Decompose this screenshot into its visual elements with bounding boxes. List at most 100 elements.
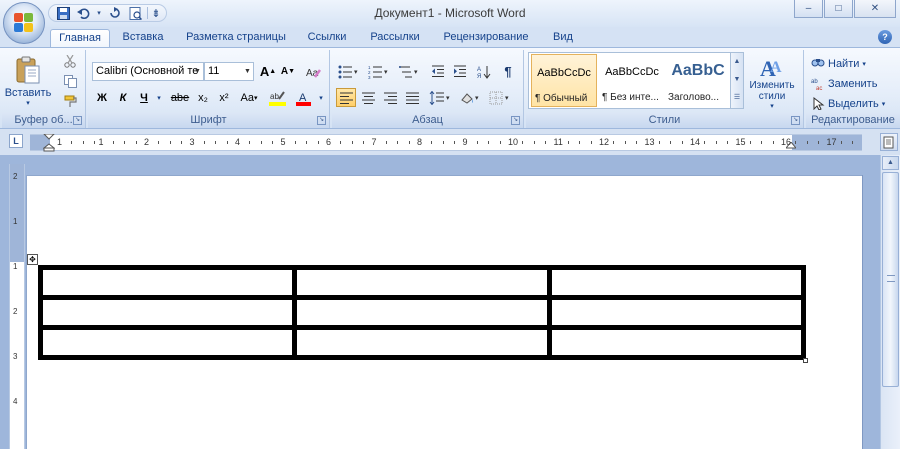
tab-selector-button[interactable]: L bbox=[9, 134, 23, 148]
tab-insert[interactable]: Вставка bbox=[114, 29, 172, 48]
styles-scroll-up-icon[interactable]: ▲ bbox=[731, 53, 743, 71]
table-cell[interactable] bbox=[37, 325, 298, 360]
horizontal-ruler[interactable]: 1 1 2 3 4 5 6 7 8 9 10 11 12 13 14 15 16 17 bbox=[30, 134, 862, 152]
font-name-combo[interactable]: Calibri (Основной те ▼ bbox=[92, 62, 204, 81]
svg-text:▾: ▾ bbox=[475, 95, 479, 102]
ruler-tick bbox=[670, 141, 672, 144]
office-button[interactable] bbox=[3, 2, 45, 44]
shading-button[interactable]: ▾ bbox=[456, 88, 484, 107]
bullets-button[interactable]: ▾ bbox=[336, 62, 362, 81]
style-no-spacing[interactable]: AaBbCcDc ¶ Без инте... bbox=[599, 54, 665, 107]
replace-button[interactable]: ab ac Заменить bbox=[810, 74, 896, 93]
shrink-font-button[interactable]: A ▼ bbox=[278, 62, 298, 81]
tab-references[interactable]: Ссылки bbox=[300, 29, 354, 48]
multilevel-list-button[interactable]: ▾ bbox=[396, 62, 422, 81]
ruler-tick bbox=[795, 141, 797, 144]
scroll-up-icon[interactable]: ▲ bbox=[882, 156, 899, 170]
styles-more-icon[interactable]: ☰ bbox=[731, 89, 743, 107]
change-case-button[interactable]: Aa ▾ bbox=[236, 88, 262, 107]
copy-icon[interactable] bbox=[60, 72, 80, 91]
ruler-tick bbox=[340, 141, 342, 144]
show-marks-button[interactable]: ¶ bbox=[498, 62, 518, 81]
style-normal[interactable]: AaBbCcDc ¶ Обычный bbox=[531, 54, 597, 107]
clipboard-launcher-icon[interactable]: ↘ bbox=[73, 116, 82, 125]
ruler-number: 14 bbox=[690, 137, 701, 147]
decrease-indent-icon[interactable] bbox=[428, 62, 448, 81]
strikethrough-button[interactable]: abe bbox=[168, 88, 192, 107]
cut-icon[interactable] bbox=[60, 52, 80, 71]
underline-dropdown-icon[interactable]: ▾ bbox=[154, 88, 164, 107]
tab-review[interactable]: Рецензирование bbox=[436, 29, 536, 48]
table-cell[interactable] bbox=[292, 265, 552, 300]
subscript-button[interactable]: x₂ bbox=[193, 88, 213, 107]
table-cell[interactable] bbox=[546, 265, 807, 300]
table-cell[interactable] bbox=[292, 325, 552, 360]
bullets-icon: ▾ bbox=[338, 65, 358, 78]
svg-text:3: 3 bbox=[368, 75, 371, 79]
maximize-button[interactable]: □ bbox=[824, 0, 853, 18]
svg-text:ab: ab bbox=[811, 79, 818, 85]
font-size-dropdown-icon[interactable]: ▼ bbox=[242, 63, 253, 80]
bold-button[interactable]: Ж bbox=[92, 88, 112, 107]
sort-icon[interactable]: AЯ bbox=[474, 62, 494, 81]
borders-button[interactable]: ▾ bbox=[486, 88, 514, 107]
clear-formatting-icon[interactable]: Aa bbox=[302, 62, 324, 81]
vertical-ruler[interactable]: 2 1 1 2 3 4 bbox=[9, 164, 25, 449]
vertical-scrollbar[interactable]: ▲ bbox=[880, 155, 900, 449]
window-title: Документ1 - Microsoft Word bbox=[374, 6, 526, 20]
paste-button[interactable]: Вставить ▾ bbox=[5, 52, 51, 110]
table-cell[interactable] bbox=[292, 295, 552, 330]
table-cell[interactable] bbox=[546, 295, 807, 330]
align-center-icon[interactable] bbox=[358, 88, 378, 107]
styles-scroll-down-icon[interactable]: ▼ bbox=[731, 71, 743, 89]
line-spacing-button[interactable]: ▾ bbox=[426, 88, 454, 107]
find-button[interactable]: Найти ▾ bbox=[810, 54, 896, 73]
highlight-color-button[interactable]: ab bbox=[266, 88, 290, 107]
superscript-button[interactable]: x² bbox=[214, 88, 234, 107]
table-cell[interactable] bbox=[546, 325, 807, 360]
table-resize-handle[interactable] bbox=[803, 358, 808, 363]
change-styles-button[interactable]: AA Изменить стили ▾ bbox=[746, 52, 798, 112]
style-heading-1[interactable]: AaBbC Заголово... bbox=[665, 54, 731, 107]
align-left-icon[interactable] bbox=[336, 88, 356, 107]
close-button[interactable]: ✕ bbox=[854, 0, 896, 18]
font-name-dropdown-icon[interactable]: ▼ bbox=[192, 63, 203, 80]
align-right-icon[interactable] bbox=[380, 88, 400, 107]
font-size-combo[interactable]: 11 ▼ bbox=[204, 62, 254, 81]
ruler-tick bbox=[112, 141, 114, 144]
help-icon[interactable]: ? bbox=[878, 30, 892, 44]
tab-mailings[interactable]: Рассылки bbox=[364, 29, 426, 48]
indent-marker-icon[interactable] bbox=[43, 134, 55, 152]
font-color-button[interactable]: A bbox=[292, 88, 316, 107]
ruler-number: 8 bbox=[417, 137, 423, 147]
document-table[interactable] bbox=[37, 265, 807, 360]
table-cell[interactable] bbox=[37, 265, 298, 300]
font-color-dropdown-icon[interactable]: ▾ bbox=[316, 88, 326, 107]
tab-view[interactable]: Вид bbox=[546, 29, 580, 48]
font-launcher-icon[interactable]: ↘ bbox=[317, 116, 326, 125]
ruler-tick bbox=[306, 141, 308, 144]
grow-font-button[interactable]: A ▲ bbox=[258, 62, 278, 81]
select-button[interactable]: Выделить ▾ bbox=[810, 94, 896, 113]
justify-icon[interactable] bbox=[402, 88, 422, 107]
tab-page-layout[interactable]: Разметка страницы bbox=[182, 29, 290, 48]
office-logo-icon bbox=[14, 13, 34, 33]
italic-button[interactable]: К bbox=[113, 88, 133, 107]
minimize-button[interactable]: – bbox=[794, 0, 823, 18]
ruler-tick bbox=[408, 141, 410, 144]
style-preview: AaBbCcDc bbox=[537, 67, 591, 79]
underline-button[interactable]: Ч bbox=[134, 88, 154, 107]
tab-home[interactable]: Главная bbox=[50, 29, 110, 48]
format-painter-icon[interactable] bbox=[60, 92, 80, 111]
window-controls: – □ ✕ bbox=[794, 0, 896, 18]
scrollbar-thumb[interactable] bbox=[882, 172, 899, 387]
styles-launcher-icon[interactable]: ↘ bbox=[791, 116, 800, 125]
increase-indent-icon[interactable] bbox=[450, 62, 470, 81]
numbering-button[interactable]: 1 2 3 ▾ bbox=[366, 62, 392, 81]
table-move-handle-icon[interactable]: ✥ bbox=[27, 254, 38, 265]
view-ruler-button[interactable] bbox=[880, 133, 898, 151]
table-cell[interactable] bbox=[37, 295, 298, 330]
paragraph-launcher-icon[interactable]: ↘ bbox=[511, 116, 520, 125]
ruler-tick bbox=[135, 141, 137, 144]
ruler-tick bbox=[158, 141, 160, 144]
